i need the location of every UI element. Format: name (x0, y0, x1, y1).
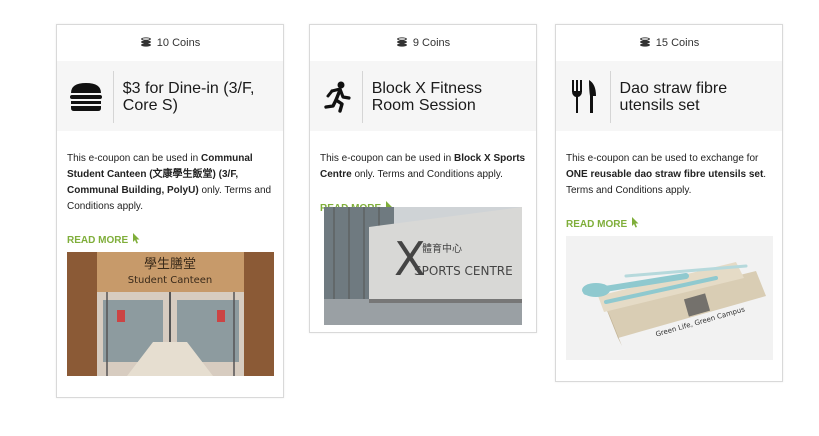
description-terms: only. Terms and Conditions apply. (351, 169, 503, 180)
burger-icon (69, 82, 103, 112)
description-text: This e-coupon can be used to exchange fo… (566, 153, 759, 164)
coupon-title: $3 for Dine-in (3/F, Core S) (122, 80, 255, 114)
coin-cost: 10 Coins (57, 25, 283, 61)
coupon-card-utensils[interactable]: 15 Coins Dao straw fibre utensils set Th… (555, 24, 783, 382)
description-text: This e-coupon can be used in (67, 153, 201, 164)
read-more-label: READ MORE (67, 234, 129, 246)
sports-centre-photo: X 體育中心 SPORTS CENTRE (324, 207, 522, 325)
utensils-set-photo: Green Life, Green Campus (566, 236, 773, 360)
header-divider (609, 71, 611, 123)
running-person-icon (322, 81, 352, 113)
read-more-link[interactable]: READ MORE (556, 217, 782, 231)
header-divider (113, 71, 114, 123)
coupon-description: This e-coupon can be used to exchange fo… (556, 151, 782, 199)
read-more-label: READ MORE (566, 218, 628, 230)
card-header: 9 Coins Block X Fitness Room Session (310, 25, 536, 131)
header-divider (362, 71, 363, 123)
canteen-photo: 學生膳堂 Student Canteen (67, 252, 274, 376)
coin-cost-label: 15 Coins (655, 37, 700, 49)
canteen-sign-chinese: 學生膳堂 (144, 256, 196, 272)
sign-sports-centre: SPORTS CENTRE (414, 264, 513, 278)
pointer-cursor-icon (132, 233, 140, 247)
coupon-title: Dao straw fibre utensils set (619, 80, 728, 114)
coins-stack-icon (140, 36, 152, 50)
pointer-cursor-icon (631, 217, 639, 231)
coupon-card-dine-in[interactable]: 10 Coins $3 for Dine-in (3/F, Core S) Th… (56, 24, 284, 398)
coupon-title: Block X Fitness Room Session (371, 80, 482, 114)
coupon-card-fitness[interactable]: 9 Coins Block X Fitness Room Session Thi… (309, 24, 537, 333)
coin-cost-label: 10 Coins (156, 37, 201, 49)
description-text: This e-coupon can be used in (320, 153, 454, 164)
utensils-icon (568, 80, 600, 114)
coins-stack-icon (639, 36, 651, 50)
coupon-description: This e-coupon can be used in Block X Spo… (310, 151, 536, 183)
coupon-description: This e-coupon can be used in Communal St… (57, 151, 283, 215)
read-more-link[interactable]: READ MORE (57, 233, 283, 247)
description-highlight: ONE reusable dao straw fibre utensils se… (566, 169, 764, 180)
canteen-sign-english: Student Canteen (128, 275, 213, 286)
sign-chinese: 體育中心 (422, 242, 462, 255)
coin-cost: 9 Coins (310, 25, 536, 61)
card-header: 15 Coins Dao straw fibre utensils set (556, 25, 782, 131)
card-header: 10 Coins $3 for Dine-in (3/F, Core S) (57, 25, 283, 131)
coins-stack-icon (396, 36, 408, 50)
coin-cost: 15 Coins (556, 25, 782, 61)
coin-cost-label: 9 Coins (412, 37, 451, 49)
